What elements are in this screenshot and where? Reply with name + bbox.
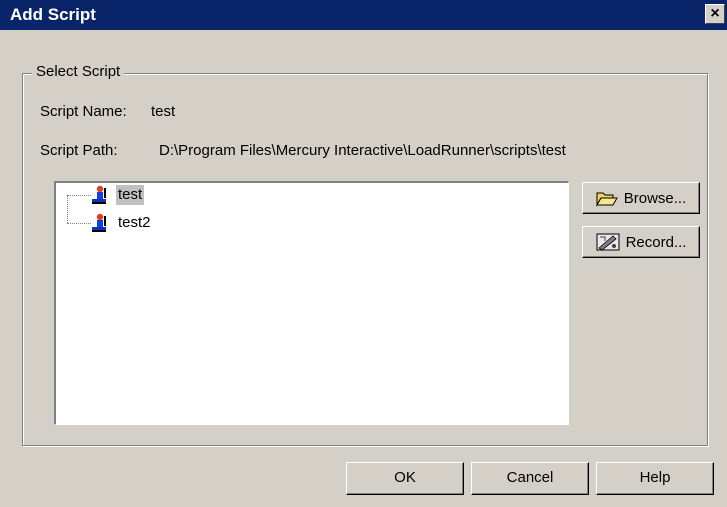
title-bar[interactable]: Add Script × <box>0 0 727 30</box>
tree-item-label: test2 <box>118 214 151 231</box>
help-button[interactable]: Help <box>596 462 714 495</box>
folder-open-icon <box>595 192 618 207</box>
script-path-value: D:\Program Files\Mercury Interactive\Loa… <box>159 142 566 159</box>
script-user-icon <box>92 185 106 204</box>
record-button[interactable]: Record... <box>582 226 700 258</box>
browse-button[interactable]: Browse... <box>582 182 700 214</box>
record-icon <box>596 233 620 251</box>
script-name-value: test <box>151 103 176 120</box>
browse-label: Browse... <box>623 189 687 207</box>
script-name-label: Script Name: <box>40 103 127 120</box>
cancel-button[interactable]: Cancel <box>471 462 589 495</box>
close-button[interactable]: × <box>705 4 725 24</box>
ok-button[interactable]: OK <box>346 462 464 495</box>
record-label: Record... <box>625 233 687 251</box>
script-path-label: Script Path: <box>40 142 118 159</box>
tree-connector <box>67 223 91 224</box>
add-script-dialog: Add Script × Select Script Script Name: … <box>0 0 727 507</box>
script-tree[interactable]: test test2 <box>54 181 569 425</box>
close-icon: × <box>710 5 720 22</box>
group-label: Select Script <box>32 63 125 80</box>
tree-connector <box>67 195 91 196</box>
dialog-title: Add Script <box>10 5 96 24</box>
script-user-icon <box>92 213 106 232</box>
tree-item-label: test <box>116 185 145 205</box>
tree-connector <box>67 195 68 223</box>
